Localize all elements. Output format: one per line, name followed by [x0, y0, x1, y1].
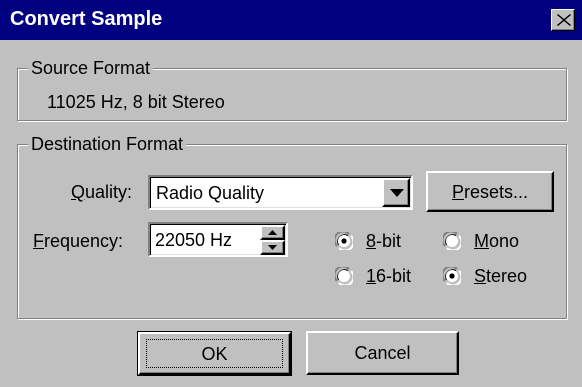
arrow-up-icon: [268, 230, 277, 235]
quality-dropdown-button[interactable]: [382, 178, 410, 207]
frequency-down-button[interactable]: [260, 240, 285, 255]
radio-selected-icon: [443, 267, 461, 285]
close-icon: [557, 14, 571, 26]
quality-value: Radio Quality: [156, 183, 265, 203]
radio-selected-icon: [335, 232, 353, 250]
frequency-label: Frequency:: [33, 231, 124, 251]
source-format-label: Source Format: [28, 57, 154, 79]
presets-button[interactable]: Presets...: [426, 171, 554, 212]
arrow-down-icon: [268, 245, 277, 250]
cancel-button[interactable]: Cancel: [306, 331, 459, 375]
frequency-spinner[interactable]: 22050 Hz: [148, 222, 288, 257]
window-title: Convert Sample: [10, 8, 163, 30]
destination-format-label: Destination Format: [28, 133, 187, 155]
quality-label: Quality:: [71, 182, 133, 202]
ok-button[interactable]: OK: [137, 331, 292, 376]
title-bar[interactable]: Convert Sample: [0, 0, 582, 40]
chevron-down-icon: [390, 189, 404, 197]
radio-unselected-icon: [335, 267, 353, 285]
frequency-up-button[interactable]: [260, 225, 285, 240]
quality-dropdown[interactable]: Radio Quality: [148, 175, 413, 210]
frequency-value: 22050 Hz: [155, 230, 233, 250]
source-format-value: 11025 Hz, 8 bit Stereo: [47, 92, 225, 112]
radio-unselected-icon: [443, 232, 461, 250]
close-button[interactable]: [551, 9, 575, 31]
